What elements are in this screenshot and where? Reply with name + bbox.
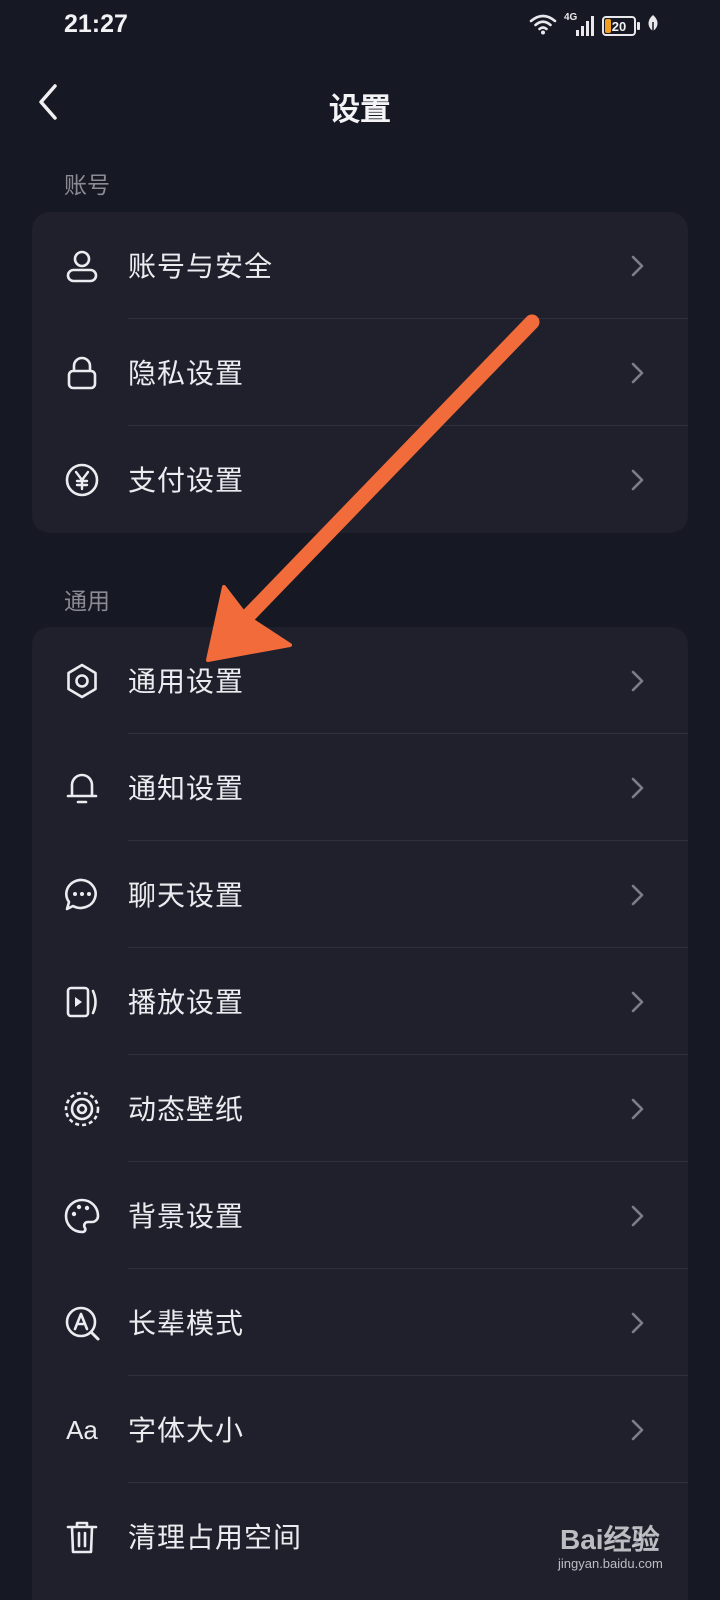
- row-label: 通用设置: [128, 665, 245, 698]
- row-general-settings[interactable]: 通用设置: [32, 627, 688, 734]
- chevron-right-icon: [631, 469, 644, 491]
- row-live-wallpaper[interactable]: 动态壁纸: [32, 1055, 688, 1162]
- header: 设置: [0, 70, 720, 140]
- section-label-account: 账号: [64, 173, 110, 199]
- row-chat-settings[interactable]: 聊天设置: [32, 841, 688, 948]
- section-label-general: 通用: [64, 589, 110, 615]
- chevron-right-icon: [631, 255, 644, 277]
- chat-icon: [62, 875, 102, 915]
- status-icons: 4G 20: [528, 12, 660, 40]
- lock-icon: [62, 353, 102, 393]
- general-card: 通用设置 通知设置 聊天设置 播放设置 动态壁纸 背景设置 长辈模式 Aa 字体…: [32, 627, 688, 1600]
- chevron-right-icon: [631, 884, 644, 906]
- chevron-right-icon: [631, 991, 644, 1013]
- row-label: 支付设置: [128, 464, 245, 497]
- palette-icon: [62, 1196, 102, 1236]
- page-title: 设置: [329, 92, 391, 128]
- chevron-right-icon: [631, 1419, 644, 1441]
- battery-cap: [637, 22, 640, 30]
- row-label: 隐私设置: [128, 357, 245, 390]
- status-bar: 21:27 4G 20: [0, 0, 720, 52]
- play-icon: [62, 982, 102, 1022]
- chevron-right-icon: [631, 670, 644, 692]
- chevron-right-icon: [631, 362, 644, 384]
- row-label: 长辈模式: [128, 1307, 245, 1340]
- row-label: 聊天设置: [128, 879, 245, 912]
- leaf-icon: [646, 14, 660, 38]
- status-time: 21:27: [64, 10, 128, 38]
- row-label: 播放设置: [128, 986, 245, 1019]
- row-label: 通知设置: [128, 772, 245, 805]
- chevron-right-icon: [631, 1312, 644, 1334]
- row-privacy[interactable]: 隐私设置: [32, 319, 688, 426]
- wallpaper-icon: [62, 1089, 102, 1129]
- row-playback-settings[interactable]: 播放设置: [32, 948, 688, 1055]
- row-label: 字体大小: [128, 1414, 245, 1447]
- row-label: 背景设置: [128, 1200, 245, 1233]
- row-payment[interactable]: 支付设置: [32, 426, 688, 533]
- settings-screen: 21:27 4G 20 设置 账号 账号与安全 隐私设置 支付设置 通用 通用设…: [0, 0, 720, 1600]
- battery-fill: [605, 19, 611, 33]
- chevron-right-icon: [631, 1205, 644, 1227]
- bell-icon: [62, 768, 102, 808]
- row-label: 账号与安全: [128, 250, 274, 283]
- font-size-icon: Aa: [66, 1415, 98, 1445]
- trash-icon: [62, 1517, 102, 1557]
- row-background-settings[interactable]: 背景设置: [32, 1162, 688, 1269]
- user-icon: [62, 246, 102, 286]
- row-font-size[interactable]: Aa 字体大小: [32, 1376, 688, 1483]
- row-account-security[interactable]: 账号与安全: [32, 212, 688, 319]
- row-notification-settings[interactable]: 通知设置: [32, 734, 688, 841]
- watermark-brand: Bai经验: [560, 1524, 660, 1555]
- chevron-right-icon: [631, 777, 644, 799]
- row-elder-mode[interactable]: 长辈模式: [32, 1269, 688, 1376]
- baidu-jingyan-watermark: Bai经验 jingyan.baidu.com: [552, 1512, 692, 1582]
- wifi-icon: [528, 12, 558, 40]
- gear-icon: [62, 661, 102, 701]
- watermark-domain: jingyan.baidu.com: [558, 1556, 663, 1571]
- yen-icon: [62, 460, 102, 500]
- row-label: 动态壁纸: [128, 1093, 245, 1126]
- elder-mode-icon: [62, 1303, 102, 1343]
- signal-icon: 4G: [564, 12, 596, 38]
- account-card: 账号与安全 隐私设置 支付设置: [32, 212, 688, 533]
- chevron-right-icon: [631, 1098, 644, 1120]
- row-label: 清理占用空间: [128, 1521, 303, 1554]
- battery-icon: 20: [602, 16, 636, 36]
- battery-level: 20: [611, 18, 627, 34]
